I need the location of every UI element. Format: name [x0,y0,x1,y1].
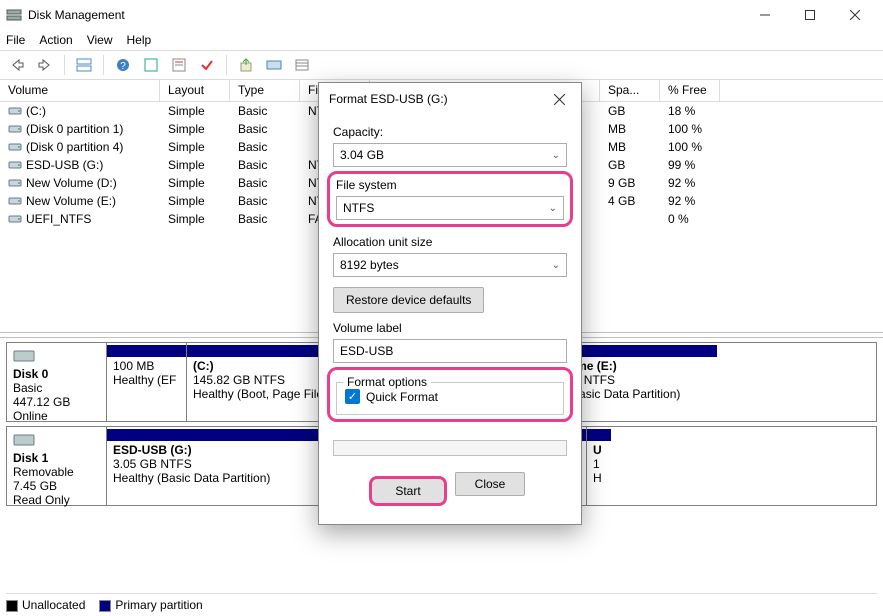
layout-button[interactable] [73,54,95,76]
menu-view[interactable]: View [87,33,113,47]
chevron-down-icon: ⌄ [552,150,560,161]
alloc-select[interactable]: 8192 bytes ⌄ [333,253,567,277]
format-options-legend: Format options [343,375,431,389]
progress-bar [333,440,567,456]
title-bar: Disk Management [0,0,883,30]
volume-label-input[interactable]: ESD-USB [333,339,567,363]
drive-icon [8,140,22,154]
svg-text:?: ? [120,61,126,72]
capacity-label: Capacity: [333,125,567,139]
partition-stripe [587,429,611,441]
checkbox-checked-icon: ✓ [345,389,360,404]
chevron-down-icon: ⌄ [549,203,557,214]
refresh-button[interactable] [140,54,162,76]
partition[interactable]: U1H [587,427,611,505]
drive-icon [8,194,22,208]
menu-bar: File Action View Help [0,30,883,50]
app-icon [6,7,22,23]
format-options-group: Format options ✓ Quick Format [336,382,564,415]
disk-header[interactable]: Disk 1Removable7.45 GBRead Only [7,427,107,505]
start-button[interactable]: Start [369,476,447,506]
legend-unalloc-swatch [6,600,18,612]
drive-icon [8,122,22,136]
list-button[interactable] [291,54,313,76]
back-button[interactable] [6,54,28,76]
volume-label-label: Volume label [333,321,567,335]
chevron-down-icon: ⌄ [552,260,560,271]
forward-button[interactable] [34,54,56,76]
alloc-value: 8192 bytes [340,258,399,272]
menu-file[interactable]: File [6,33,25,47]
export-button[interactable] [235,54,257,76]
col-free[interactable]: % Free [660,80,720,101]
quick-format-label: Quick Format [366,390,438,404]
drive-icon [8,212,22,226]
toolbar: ? [0,50,883,80]
legend-primary: Primary partition [115,598,202,612]
col-layout[interactable]: Layout [160,80,230,101]
alloc-label: Allocation unit size [333,235,567,249]
menu-action[interactable]: Action [39,33,72,47]
drive-icon [8,104,22,118]
legend: Unallocated Primary partition [6,593,877,612]
minimize-button[interactable] [742,0,787,30]
filesystem-select[interactable]: NTFS ⌄ [336,196,564,220]
disk-icon [13,347,35,365]
drive-icon [8,158,22,172]
maximize-button[interactable] [787,0,832,30]
menu-help[interactable]: Help [127,33,152,47]
format-dialog: Format ESD-USB (G:) Capacity: 3.04 GB ⌄ … [318,82,582,525]
disk-header[interactable]: Disk 0Basic447.12 GBOnline [7,343,107,421]
filesystem-value: NTFS [343,201,374,215]
window-title: Disk Management [28,8,742,22]
legend-primary-swatch [99,600,111,612]
quick-format-checkbox[interactable]: ✓ Quick Format [345,389,555,404]
highlight-format-options: Format options ✓ Quick Format [327,367,573,422]
dialog-title: Format ESD-USB (G:) [329,92,547,106]
partition[interactable]: 100 MBHealthy (EF [107,343,187,421]
partition-stripe [107,345,186,357]
col-space[interactable]: Spa... [600,80,660,101]
capacity-value: 3.04 GB [340,148,384,162]
drive-icon [8,176,22,190]
filesystem-label: File system [336,178,564,192]
close-button[interactable] [832,0,877,30]
highlight-filesystem: File system NTFS ⌄ [327,171,573,227]
legend-unalloc: Unallocated [22,598,85,612]
capacity-select[interactable]: 3.04 GB ⌄ [333,143,567,167]
disk-icon [13,431,35,449]
col-volume[interactable]: Volume [0,80,160,101]
dialog-close-button[interactable] [547,87,571,111]
check-button[interactable] [196,54,218,76]
properties-button[interactable] [168,54,190,76]
help-button[interactable]: ? [112,54,134,76]
settings-button[interactable] [263,54,285,76]
restore-defaults-button[interactable]: Restore device defaults [333,287,484,313]
close-dialog-button[interactable]: Close [455,472,525,496]
col-type[interactable]: Type [230,80,300,101]
